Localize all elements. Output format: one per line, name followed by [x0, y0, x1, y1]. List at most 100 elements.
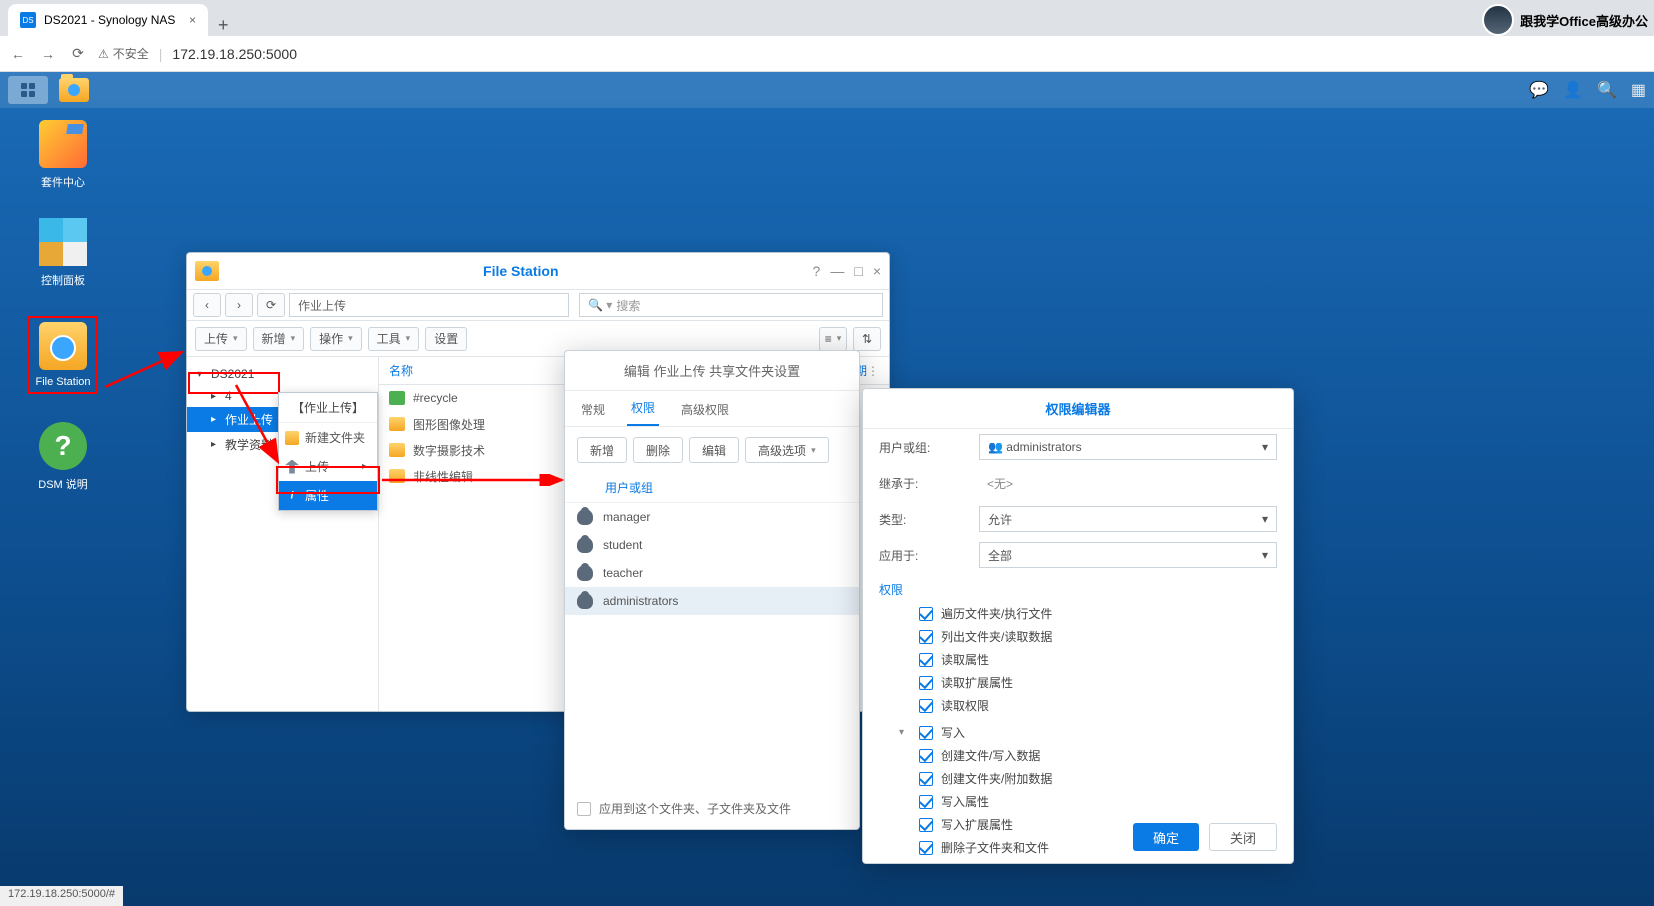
checkbox-icon[interactable] [919, 795, 933, 809]
desktop-icon-control-panel[interactable]: 控制面板 [28, 218, 98, 288]
checkbox-icon[interactable] [919, 772, 933, 786]
perm-write-attr[interactable]: 写入属性 [899, 790, 1277, 813]
browser-status-bar: 172.19.18.250:5000/# [0, 886, 123, 906]
perm-read-ext[interactable]: 读取扩展属性 [899, 671, 1277, 694]
tab-advanced[interactable]: 高级权限 [677, 393, 733, 426]
chat-icon[interactable]: 💬 [1529, 80, 1549, 100]
url-text[interactable]: 172.19.18.250:5000 [172, 46, 297, 62]
checkbox-icon[interactable] [919, 653, 933, 667]
user-column-header[interactable]: 用户或组 [565, 473, 859, 503]
desktop-icon-dsm-help[interactable]: ? DSM 说明 [28, 422, 98, 492]
col-more[interactable]: ⋮ [867, 364, 879, 378]
checkbox-icon[interactable] [919, 607, 933, 621]
help-icon: ? [39, 422, 87, 470]
tab-general[interactable]: 常规 [577, 393, 609, 426]
nav-back-button[interactable]: ‹ [193, 293, 221, 317]
help-icon[interactable]: ? [813, 263, 821, 279]
icon-label: File Station [35, 376, 90, 388]
dialog-title: 编辑 作业上传 共享文件夹设置 [565, 351, 859, 391]
checkbox-icon[interactable] [919, 676, 933, 690]
ok-button[interactable]: 确定 [1133, 823, 1199, 851]
ctx-properties[interactable]: 属性 [279, 481, 377, 510]
new-button[interactable]: 新增 [253, 327, 305, 351]
minimize-icon[interactable]: — [830, 263, 844, 279]
new-tab-button[interactable]: + [208, 15, 239, 36]
delete-button[interactable]: 删除 [633, 437, 683, 463]
close-tab-icon[interactable]: × [189, 13, 196, 27]
security-indicator[interactable]: ⚠ 不安全 [98, 45, 149, 62]
settings-button[interactable]: 设置 [425, 327, 467, 351]
user-icon [577, 509, 593, 525]
back-button[interactable]: ← [8, 46, 28, 62]
profile-name: 跟我学Office高级办公 [1520, 11, 1648, 30]
apply-select[interactable]: 全部▾ [979, 542, 1277, 568]
widgets-icon[interactable]: ▦ [1631, 80, 1646, 100]
tab-permissions[interactable]: 权限 [627, 391, 659, 426]
app-launcher-button[interactable] [8, 76, 48, 104]
path-input[interactable]: 作业上传 [289, 293, 569, 317]
user-row[interactable]: teacher [565, 559, 859, 587]
search-input[interactable]: 🔍 ▾ 搜索 [579, 293, 883, 317]
grid-icon [21, 83, 35, 97]
control-panel-icon [39, 218, 87, 266]
type-select[interactable]: 允许▾ [979, 506, 1277, 532]
perm-list[interactable]: 列出文件夹/读取数据 [899, 625, 1277, 648]
view-mode-button[interactable]: ≡ [819, 327, 847, 351]
desktop-icon-file-station[interactable]: File Station [28, 316, 98, 394]
checkbox-icon[interactable] [919, 749, 933, 763]
file-station-icon [39, 322, 87, 370]
perm-create-folder[interactable]: 创建文件夹/附加数据 [899, 767, 1277, 790]
nav-refresh-button[interactable]: ⟳ [257, 293, 285, 317]
sort-button[interactable]: ⇅ [853, 327, 881, 351]
browser-profile[interactable]: 跟我学Office高级办公 [1482, 4, 1648, 36]
tree-root[interactable]: ▾DS2021 [187, 363, 378, 385]
window-titlebar[interactable]: File Station ? — □ × [187, 253, 889, 289]
ctx-upload[interactable]: 上传▸ [279, 452, 377, 481]
browser-tab[interactable]: DS DS2021 - Synology NAS × [8, 4, 208, 36]
user-select[interactable]: 👥 administrators▾ [979, 434, 1277, 460]
perm-write-group[interactable]: ▾写入 [899, 721, 1277, 744]
checkbox-icon[interactable] [919, 841, 933, 855]
folder-icon [59, 78, 89, 102]
taskbar-filestation[interactable] [54, 76, 94, 104]
operate-button[interactable]: 操作 [310, 327, 362, 351]
maximize-icon[interactable]: □ [854, 263, 862, 279]
avatar-icon [1482, 4, 1514, 36]
perm-create-file[interactable]: 创建文件/写入数据 [899, 744, 1277, 767]
search-icon[interactable]: 🔍 [1597, 80, 1617, 100]
add-button[interactable]: 新增 [577, 437, 627, 463]
user-icon [577, 537, 593, 553]
caret-down-icon[interactable]: ▾ [899, 727, 911, 738]
checkbox-icon[interactable] [919, 726, 933, 740]
window-toolbar: ‹ › ⟳ 作业上传 🔍 ▾ 搜索 [187, 289, 889, 321]
tool-button[interactable]: 工具 [368, 327, 420, 351]
ctx-new-folder[interactable]: 新建文件夹 [279, 423, 377, 452]
checkbox-icon[interactable] [919, 630, 933, 644]
desktop-icon-package-center[interactable]: 套件中心 [28, 120, 98, 190]
user-row-selected[interactable]: administrators [565, 587, 859, 615]
icon-label: 套件中心 [41, 174, 85, 190]
apply-recursive-checkbox[interactable] [577, 802, 591, 816]
user-icon[interactable]: 👤 [1563, 80, 1583, 100]
dialog-title: 权限编辑器 [863, 389, 1293, 429]
nav-forward-button[interactable]: › [225, 293, 253, 317]
icon-label: 控制面板 [41, 272, 85, 288]
chevron-right-icon: ▸ [362, 461, 367, 472]
reload-button[interactable]: ⟳ [68, 45, 88, 62]
chevron-down-icon: ▾ [1262, 512, 1268, 526]
upload-button[interactable]: 上传 [195, 327, 247, 351]
user-row[interactable]: student [565, 531, 859, 559]
checkbox-icon[interactable] [919, 699, 933, 713]
perm-browse[interactable]: 遍历文件夹/执行文件 [899, 602, 1277, 625]
advanced-options-button[interactable]: 高级选项 [745, 437, 829, 463]
warning-icon: ⚠ [98, 47, 109, 61]
user-row[interactable]: manager [565, 503, 859, 531]
edit-button[interactable]: 编辑 [689, 437, 739, 463]
close-icon[interactable]: × [873, 263, 881, 279]
context-menu-title: 【作业上传】 [279, 393, 377, 423]
checkbox-icon[interactable] [919, 818, 933, 832]
perm-read-perm[interactable]: 读取权限 [899, 694, 1277, 717]
cancel-button[interactable]: 关闭 [1209, 823, 1277, 851]
forward-button[interactable]: → [38, 46, 58, 62]
perm-read-attr[interactable]: 读取属性 [899, 648, 1277, 671]
